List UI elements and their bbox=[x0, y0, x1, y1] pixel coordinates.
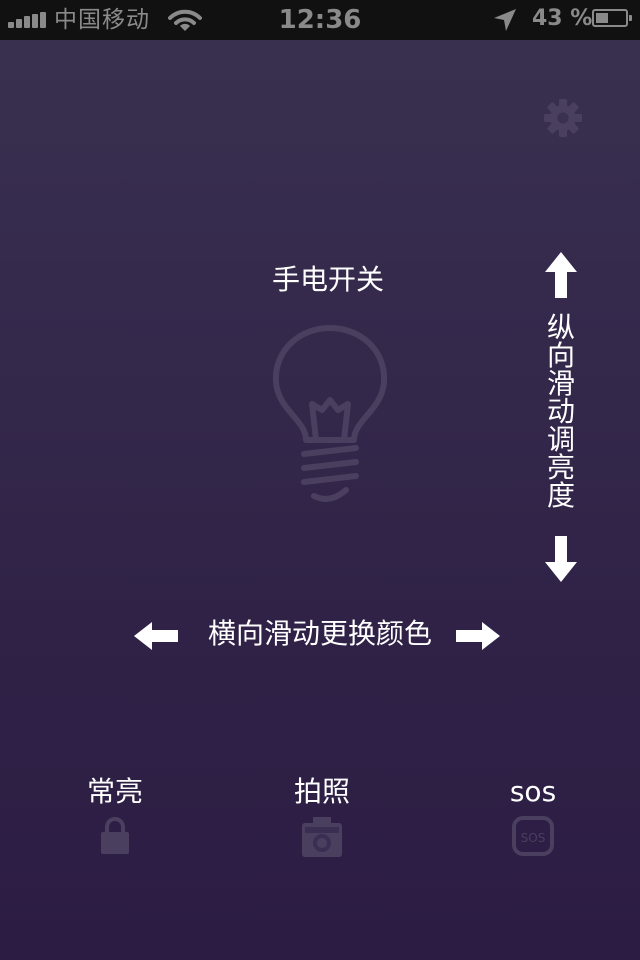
light-bulb-icon bbox=[272, 325, 388, 502]
horizontal-swipe-hint: 横向滑动更换颜色 bbox=[207, 617, 432, 650]
lock-icon bbox=[101, 817, 129, 854]
gear-icon bbox=[544, 99, 582, 137]
arrow-left-icon bbox=[134, 622, 178, 650]
settings-button[interactable] bbox=[543, 98, 583, 138]
photo-label: 拍照 bbox=[293, 775, 350, 808]
sos-label: sos bbox=[509, 775, 557, 808]
battery-fill bbox=[596, 13, 608, 23]
arrow-down-icon bbox=[545, 536, 577, 582]
location-arrow-icon bbox=[494, 9, 516, 31]
sos-button[interactable]: sos SOS bbox=[473, 772, 593, 868]
flashlight-toggle-button[interactable] bbox=[262, 320, 398, 520]
camera-icon bbox=[302, 817, 342, 857]
keep-on-button[interactable]: 常亮 bbox=[55, 772, 175, 868]
color-hint: 横向滑动更换颜色 bbox=[130, 612, 510, 660]
battery-percentage: 43 % bbox=[532, 6, 593, 31]
flashlight-toggle-label: 手电开关 bbox=[271, 263, 384, 296]
vertical-swipe-hint: 纵向滑动调亮度 bbox=[546, 311, 575, 512]
keep-on-label: 常亮 bbox=[86, 775, 143, 808]
svg-text:SOS: SOS bbox=[521, 831, 546, 845]
arrow-up-icon bbox=[545, 252, 577, 298]
sos-icon: SOS bbox=[512, 816, 554, 856]
battery-icon bbox=[592, 9, 632, 27]
status-bar: 中国移动 12:36 43 % bbox=[0, 0, 640, 40]
arrow-right-icon bbox=[456, 622, 500, 650]
photo-button[interactable]: 拍照 bbox=[262, 772, 382, 868]
